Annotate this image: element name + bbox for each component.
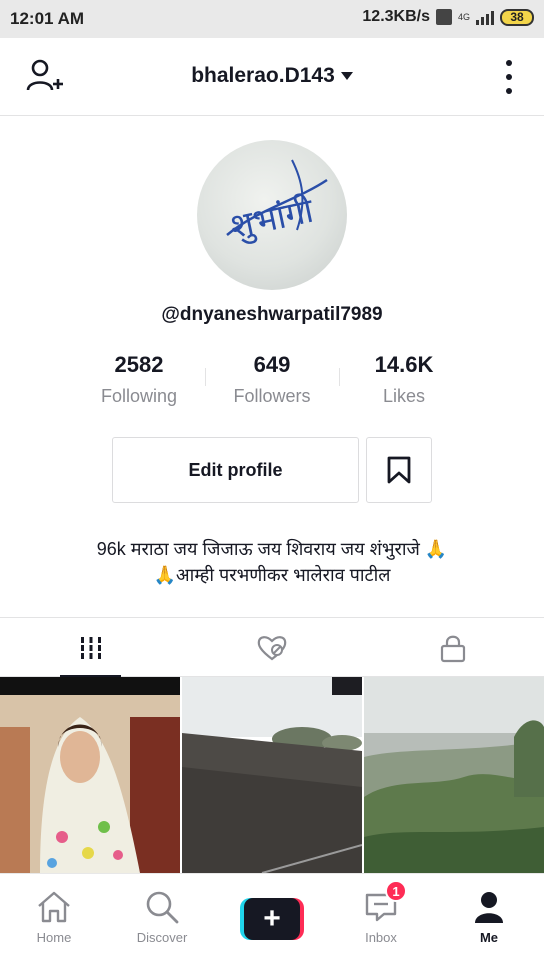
profile-tabs xyxy=(0,617,544,677)
header-title: bhalerao.D143 xyxy=(191,64,335,87)
video-thumbnail[interactable] xyxy=(364,677,544,873)
bio-line: 🙏आम्ही परभणीकर भालेराव पाटील xyxy=(153,565,391,585)
nav-discover-label: Discover xyxy=(136,930,188,945)
bookmark-icon xyxy=(387,456,411,484)
status-bar: 12:01 AM 12.3KB/s 4G 38 xyxy=(0,0,544,38)
more-options-icon[interactable] xyxy=(502,60,516,94)
avatar[interactable]: शुभांगी xyxy=(197,140,347,290)
status-indicators: 12.3KB/s 4G 38 xyxy=(362,8,534,26)
edit-profile-button[interactable]: Edit profile xyxy=(112,437,359,503)
battery-level: 38 xyxy=(510,10,524,24)
grid-icon xyxy=(80,636,101,659)
nav-home[interactable]: Home xyxy=(0,874,108,960)
network-speed: 12.3KB/s xyxy=(362,8,430,25)
nav-me-label: Me xyxy=(479,930,499,945)
likes-stat[interactable]: 14.6K Likes xyxy=(339,352,469,407)
battery-icon: 38 xyxy=(500,8,534,26)
video-thumbnail[interactable] xyxy=(0,677,180,873)
search-icon xyxy=(142,888,182,926)
heart-hidden-icon xyxy=(257,635,286,660)
nav-me[interactable]: Me xyxy=(435,874,543,960)
tab-liked[interactable] xyxy=(181,618,362,677)
caret-down-icon xyxy=(340,72,353,81)
network-type: 4G xyxy=(457,12,470,22)
nav-home-label: Home xyxy=(36,930,72,945)
tab-private[interactable] xyxy=(362,618,543,677)
nav-inbox[interactable]: 1 Inbox xyxy=(327,874,435,960)
following-label: Following xyxy=(100,386,178,406)
inbox-badge: 1 xyxy=(385,880,407,902)
followers-stat[interactable]: 649 Followers xyxy=(207,352,337,407)
create-video-button[interactable]: + xyxy=(240,898,304,940)
followers-count: 649 xyxy=(253,352,291,377)
divider xyxy=(205,368,206,386)
nav-discover[interactable]: Discover xyxy=(108,874,216,960)
plus-icon: + xyxy=(244,898,300,940)
account-switcher[interactable]: bhalerao.D143 xyxy=(0,64,544,88)
bio-line: 96k मराठा जय जिजाऊ जय शिवराय जय शंभुराजे… xyxy=(96,539,448,559)
bottom-nav: Home Discover + 1 Inbox Me xyxy=(0,873,544,960)
tab-videos[interactable] xyxy=(0,618,181,677)
avatar-text: शुभांगी xyxy=(227,191,319,249)
lock-icon xyxy=(440,635,465,662)
favorites-button[interactable] xyxy=(366,437,432,503)
inbox-icon: 1 xyxy=(361,880,407,926)
video-grid xyxy=(0,677,544,873)
profile-header: bhalerao.D143 xyxy=(0,38,544,116)
status-time: 12:01 AM xyxy=(10,9,85,28)
followers-label: Followers xyxy=(233,386,311,406)
home-icon xyxy=(34,888,74,926)
signal-icon xyxy=(476,9,494,25)
likes-label: Likes xyxy=(382,386,426,406)
volte-icon xyxy=(435,9,452,25)
username: @dnyaneshwarpatil7989 xyxy=(161,304,383,325)
video-thumbnail[interactable] xyxy=(182,677,362,873)
nav-inbox-label: Inbox xyxy=(365,930,397,945)
following-count: 2582 xyxy=(114,352,164,377)
bio: 96k मराठा जय जिजाऊ जय शिवराय जय शंभुराजे… xyxy=(40,536,504,588)
likes-count: 14.6K xyxy=(374,352,434,377)
following-stat[interactable]: 2582 Following xyxy=(74,352,204,407)
profile-icon xyxy=(469,888,509,926)
